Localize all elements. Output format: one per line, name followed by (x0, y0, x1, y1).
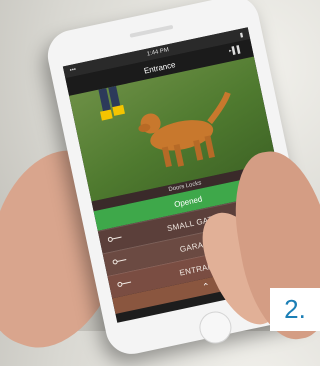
page-title: Entrance (143, 59, 177, 76)
step-number-label: 2. (270, 288, 320, 331)
speaker-grille (129, 24, 174, 38)
photo-scene: ••• 1:44 PM ▮ Entrance ‣▌▌ Doors Locks O… (0, 0, 320, 366)
key-icon (112, 259, 127, 265)
signal-icon: ‣▌▌ (227, 45, 243, 56)
battery-icon: ▮ (239, 31, 244, 39)
home-button (196, 308, 235, 347)
key-icon (107, 236, 122, 242)
person-leg-right (108, 85, 121, 110)
dog-leg (193, 139, 204, 161)
dog-tail (207, 91, 231, 125)
key-icon (117, 281, 132, 287)
wifi-icon: ••• (69, 66, 77, 75)
opened-label: Opened (173, 194, 203, 209)
yellow-boot-left (100, 109, 113, 121)
dog-leg (204, 135, 215, 159)
